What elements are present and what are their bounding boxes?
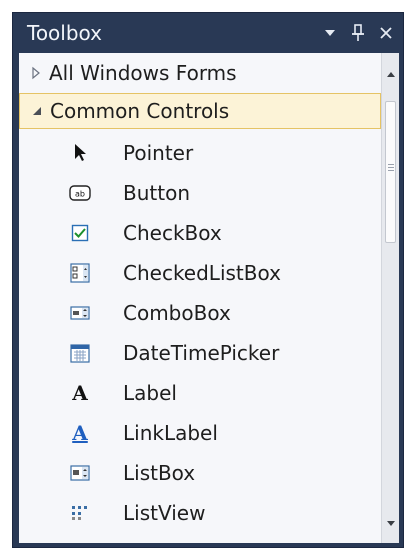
toolbox-window: Toolbox All Windows Forms Common Control… (12, 12, 404, 548)
vertical-scrollbar[interactable] (381, 53, 399, 543)
auto-hide-pin-button[interactable] (347, 20, 369, 46)
item-label: CheckBox (123, 221, 222, 245)
toolbox-item-listview[interactable]: ListView (19, 493, 381, 533)
window-title: Toolbox (27, 21, 102, 45)
category-all-windows-forms[interactable]: All Windows Forms (19, 55, 381, 91)
triangle-down-icon[interactable] (28, 105, 46, 117)
dropdown-icon (325, 30, 335, 36)
item-label: ComboBox (123, 301, 231, 325)
scroll-up-icon (386, 72, 395, 77)
item-label: Button (123, 181, 190, 205)
close-button[interactable] (375, 20, 397, 46)
scroll-up-button[interactable] (382, 63, 399, 85)
toolbox-item-button[interactable]: ab Button (19, 173, 381, 213)
category-label: Common Controls (50, 99, 230, 123)
checkedlistbox-icon (69, 262, 91, 284)
listbox-icon (69, 462, 91, 484)
button-icon: ab (69, 182, 91, 204)
toolbox-item-checkbox[interactable]: CheckBox (19, 213, 381, 253)
toolbox-item-combobox[interactable]: ComboBox (19, 293, 381, 333)
scrollbar-thumb[interactable] (385, 101, 396, 243)
title-bar: Toolbox (13, 13, 403, 53)
toolbox-item-partial[interactable] (19, 535, 381, 543)
toolbox-item-checkedlistbox[interactable]: CheckedListBox (19, 253, 381, 293)
pointer-icon (69, 142, 91, 164)
combobox-icon (69, 302, 91, 324)
grip-icon (388, 164, 394, 173)
linklabel-icon: A (72, 421, 88, 445)
item-label: CheckedListBox (123, 261, 281, 285)
item-label: Pointer (123, 141, 194, 165)
close-icon (380, 27, 392, 39)
listview-icon (69, 502, 91, 524)
window-position-dropdown-button[interactable] (319, 20, 341, 46)
label-icon: A (72, 381, 88, 405)
item-label: DateTimePicker (123, 341, 280, 365)
scroll-down-icon (386, 521, 395, 526)
toolbox-item-label[interactable]: A Label (19, 373, 381, 413)
item-label: ListView (123, 501, 206, 525)
checkbox-icon (69, 222, 91, 244)
toolbox-item-datetimepicker[interactable]: DateTimePicker (19, 333, 381, 373)
svg-text:ab: ab (75, 190, 85, 199)
toolbox-item-pointer[interactable]: Pointer (19, 133, 381, 173)
item-label: LinkLabel (123, 421, 218, 445)
category-label: All Windows Forms (49, 61, 237, 85)
item-label: ListBox (123, 461, 196, 485)
chevron-right-icon[interactable] (27, 66, 45, 80)
datetimepicker-icon (69, 342, 91, 364)
scroll-down-button[interactable] (382, 513, 399, 535)
pin-icon (352, 24, 364, 41)
toolbox-list: All Windows Forms Common Controls Pointe… (19, 53, 381, 543)
item-label: Label (123, 381, 177, 405)
toolbox-item-listbox[interactable]: ListBox (19, 453, 381, 493)
toolbox-item-linklabel[interactable]: A LinkLabel (19, 413, 381, 453)
category-common-controls[interactable]: Common Controls (19, 93, 381, 129)
